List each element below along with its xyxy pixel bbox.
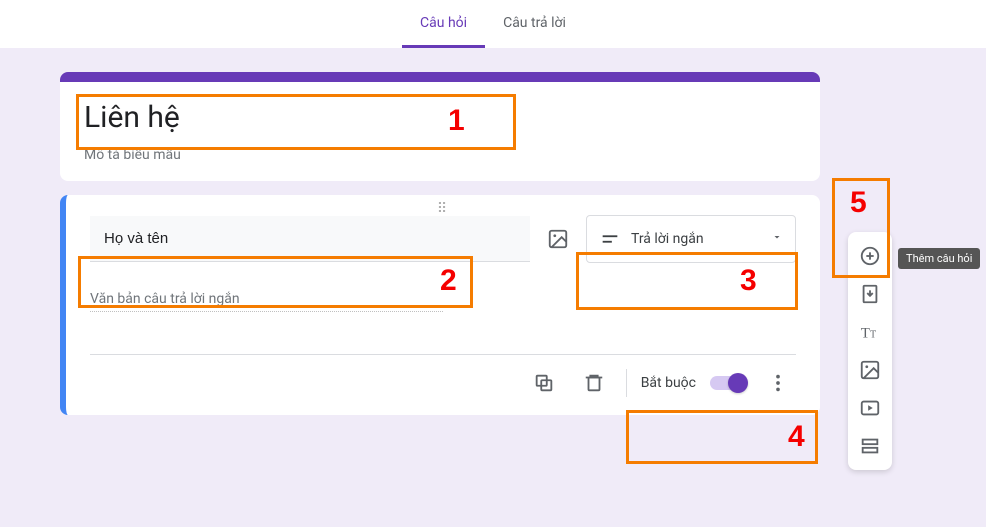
import-questions-button[interactable] (852, 276, 888, 312)
chevron-down-icon (771, 231, 783, 247)
drag-handle-icon[interactable]: ⠿ (437, 201, 449, 217)
duplicate-icon (533, 372, 555, 394)
annotation-num-5: 5 (850, 186, 867, 220)
tooltip-add-question: Thêm câu hỏi (898, 248, 980, 269)
plus-circle-icon (859, 245, 881, 267)
delete-button[interactable] (576, 365, 612, 401)
tab-questions[interactable]: Câu hỏi (402, 0, 485, 48)
tab-questions-label: Câu hỏi (420, 15, 467, 31)
svg-text:T: T (861, 326, 870, 342)
question-footer: Bắt buộc (90, 355, 796, 401)
form-canvas: Liên hệ Mô tả biểu mẫu ⠿ Trả lời ngắn Vă… (0, 48, 986, 439)
form-tabs: Câu hỏi Câu trả lời (0, 0, 986, 48)
add-section-button[interactable] (852, 428, 888, 464)
short-answer-icon (599, 228, 621, 250)
add-title-button[interactable]: TT (852, 314, 888, 350)
question-type-label: Trả lời ngắn (631, 231, 704, 247)
add-video-button[interactable] (852, 390, 888, 426)
tab-responses-label: Câu trả lời (503, 15, 566, 31)
tab-responses[interactable]: Câu trả lời (485, 0, 584, 48)
annotation-num-1: 1 (448, 104, 465, 138)
add-image-toolbar-button[interactable] (852, 352, 888, 388)
image-icon (547, 228, 569, 250)
more-options-button[interactable] (760, 365, 796, 401)
form-description-input[interactable]: Mô tả biểu mẫu (84, 147, 796, 163)
answer-placeholder-text: Văn bản câu trả lời ngắn (90, 291, 443, 312)
duplicate-button[interactable] (526, 365, 562, 401)
annotation-num-3: 3 (740, 264, 757, 298)
question-type-dropdown[interactable]: Trả lời ngắn (586, 215, 796, 263)
question-row: Trả lời ngắn (90, 215, 796, 263)
form-title-input[interactable]: Liên hệ (84, 100, 796, 135)
question-card[interactable]: ⠿ Trả lời ngắn Văn bản câu trả lời ngắn (60, 195, 820, 415)
text-icon: TT (859, 321, 881, 343)
required-toggle[interactable] (710, 376, 746, 390)
annotation-num-2: 2 (440, 264, 457, 298)
add-question-button[interactable] (852, 238, 888, 274)
annotation-num-4: 4 (788, 420, 805, 454)
video-icon (859, 397, 881, 419)
section-icon (859, 435, 881, 457)
required-label: Bắt buộc (641, 375, 696, 391)
import-icon (859, 283, 881, 305)
trash-icon (583, 372, 605, 394)
question-title-input[interactable] (90, 216, 530, 262)
image-icon (859, 359, 881, 381)
form-header-card[interactable]: Liên hệ Mô tả biểu mẫu (60, 72, 820, 181)
side-toolbar: TT (848, 232, 892, 470)
footer-separator (626, 369, 627, 397)
svg-text:T: T (870, 330, 876, 341)
add-image-button[interactable] (544, 225, 572, 253)
more-vertical-icon (767, 372, 789, 394)
